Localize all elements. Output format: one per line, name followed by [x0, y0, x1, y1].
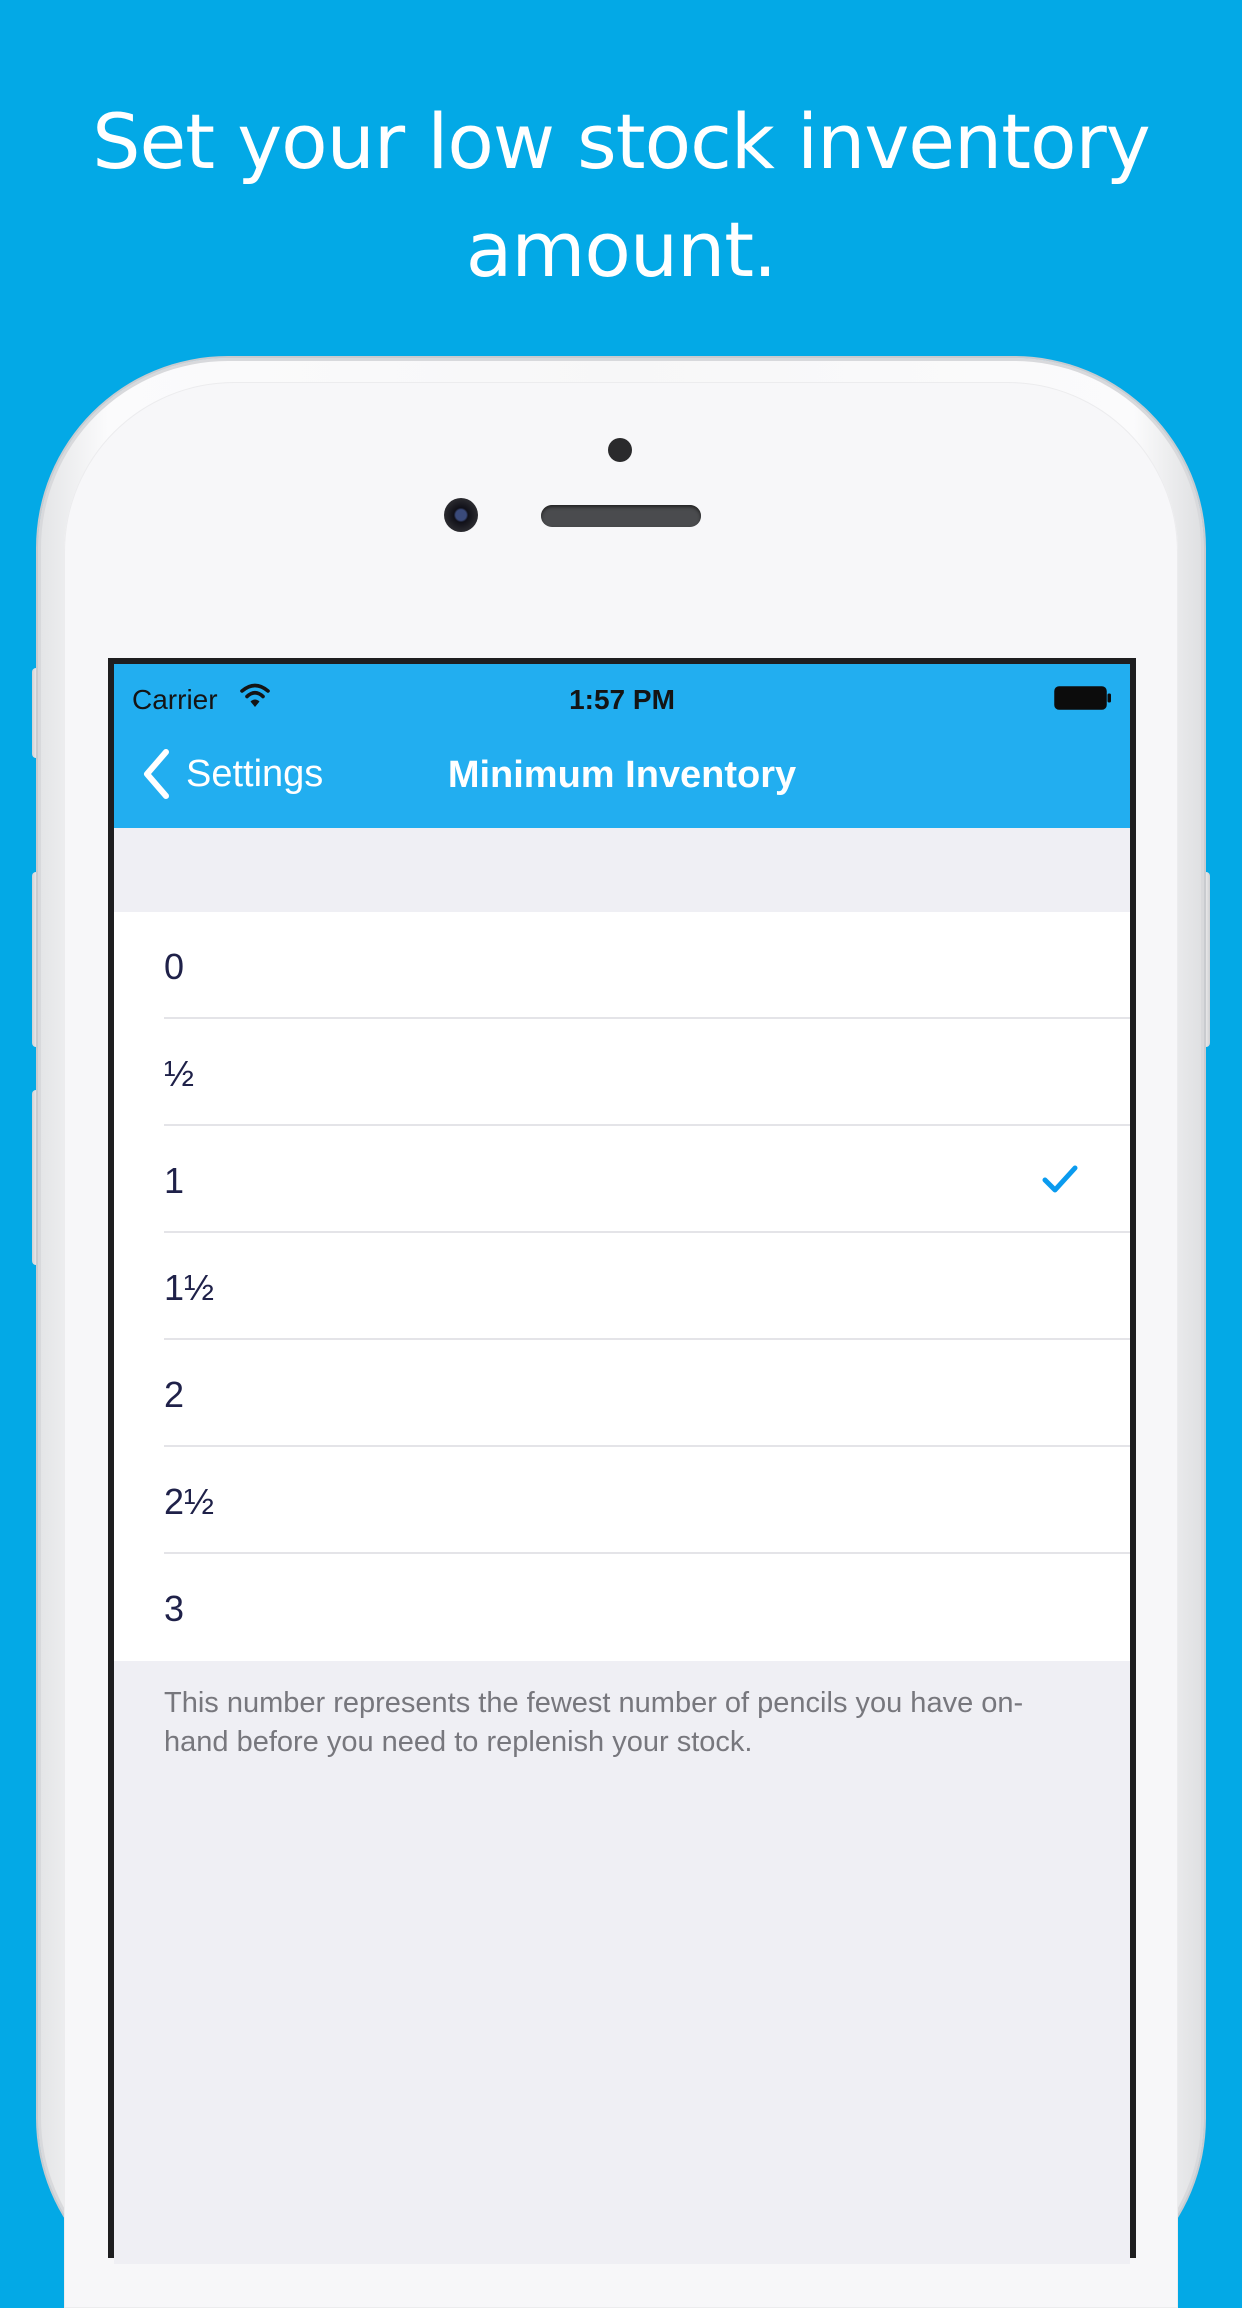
- proximity-sensor: [608, 438, 632, 462]
- option-row-2[interactable]: 2: [114, 1340, 1130, 1447]
- option-row-2-and-half[interactable]: 2½: [114, 1447, 1130, 1554]
- section-footer-note: This number represents the fewest number…: [164, 1687, 1024, 1758]
- headline-line-2: amount.: [465, 205, 777, 294]
- option-row-1-and-half[interactable]: 1½: [114, 1233, 1130, 1340]
- front-camera-icon: [444, 498, 478, 532]
- option-label: ½: [164, 1053, 195, 1094]
- marketing-headline: Set your low stock inventory amount.: [0, 88, 1242, 304]
- option-row-1[interactable]: 1: [114, 1126, 1130, 1233]
- option-row-3[interactable]: 3: [114, 1554, 1130, 1661]
- option-label: 1: [164, 1160, 185, 1201]
- inventory-options-list: 0 ½ 1 1½ 2 2½ 3: [114, 912, 1130, 1661]
- option-row-0[interactable]: 0: [114, 912, 1130, 1019]
- section-header-spacer: [114, 828, 1130, 912]
- phone-screen: Carrier 1:57 PM Settings Minimum Invento…: [108, 658, 1136, 2264]
- option-label: 2: [164, 1374, 185, 1415]
- checkmark-icon: [1042, 1165, 1078, 1193]
- headline-line-1: Set your low stock inventory: [92, 97, 1151, 186]
- status-time: 1:57 PM: [569, 684, 675, 715]
- option-label: 3: [164, 1588, 185, 1629]
- navigation-bar: Carrier 1:57 PM Settings Minimum Invento…: [114, 664, 1130, 828]
- battery-icon: [1054, 686, 1111, 710]
- option-label: 0: [164, 946, 185, 987]
- app-screen: Carrier 1:57 PM Settings Minimum Invento…: [114, 664, 1130, 2264]
- option-label: 1½: [164, 1267, 215, 1308]
- option-row-half[interactable]: ½: [114, 1019, 1130, 1126]
- earpiece-speaker: [541, 505, 701, 527]
- option-label: 2½: [164, 1481, 215, 1522]
- page-title: Minimum Inventory: [447, 754, 797, 796]
